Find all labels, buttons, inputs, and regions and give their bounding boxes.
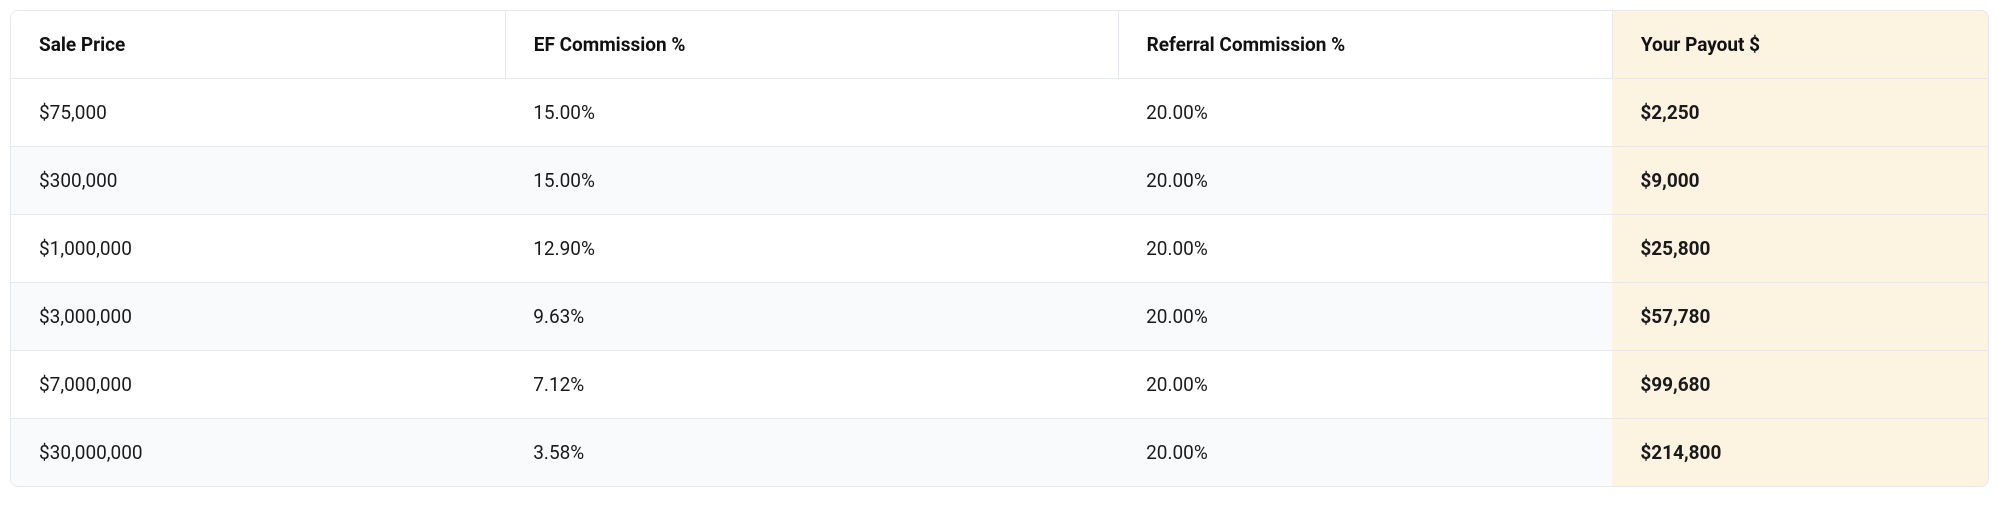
cell-ef-commission: 9.63% <box>505 283 1118 351</box>
table-row: $300,000 15.00% 20.00% $9,000 <box>11 147 1988 215</box>
table-header-row: Sale Price EF Commission % Referral Comm… <box>11 11 1988 79</box>
cell-ef-commission: 3.58% <box>505 419 1118 487</box>
cell-referral-commission: 20.00% <box>1118 79 1612 147</box>
table-row: $75,000 15.00% 20.00% $2,250 <box>11 79 1988 147</box>
header-sale-price: Sale Price <box>11 11 505 79</box>
table-row: $30,000,000 3.58% 20.00% $214,800 <box>11 419 1988 487</box>
header-referral-commission: Referral Commission % <box>1118 11 1612 79</box>
cell-payout: $9,000 <box>1612 147 1988 215</box>
header-payout: Your Payout $ <box>1612 11 1988 79</box>
table-row: $3,000,000 9.63% 20.00% $57,780 <box>11 283 1988 351</box>
table-row: $7,000,000 7.12% 20.00% $99,680 <box>11 351 1988 419</box>
cell-payout: $57,780 <box>1612 283 1988 351</box>
cell-sale-price: $1,000,000 <box>11 215 505 283</box>
cell-referral-commission: 20.00% <box>1118 351 1612 419</box>
cell-payout: $214,800 <box>1612 419 1988 487</box>
cell-ef-commission: 12.90% <box>505 215 1118 283</box>
cell-sale-price: $75,000 <box>11 79 505 147</box>
cell-referral-commission: 20.00% <box>1118 147 1612 215</box>
cell-referral-commission: 20.00% <box>1118 215 1612 283</box>
cell-payout: $99,680 <box>1612 351 1988 419</box>
cell-sale-price: $300,000 <box>11 147 505 215</box>
header-ef-commission: EF Commission % <box>505 11 1118 79</box>
cell-ef-commission: 7.12% <box>505 351 1118 419</box>
payout-table-wrapper: Sale Price EF Commission % Referral Comm… <box>10 10 1989 487</box>
cell-referral-commission: 20.00% <box>1118 283 1612 351</box>
cell-sale-price: $3,000,000 <box>11 283 505 351</box>
table-row: $1,000,000 12.90% 20.00% $25,800 <box>11 215 1988 283</box>
cell-referral-commission: 20.00% <box>1118 419 1612 487</box>
cell-payout: $25,800 <box>1612 215 1988 283</box>
cell-ef-commission: 15.00% <box>505 79 1118 147</box>
cell-ef-commission: 15.00% <box>505 147 1118 215</box>
cell-sale-price: $30,000,000 <box>11 419 505 487</box>
cell-sale-price: $7,000,000 <box>11 351 505 419</box>
cell-payout: $2,250 <box>1612 79 1988 147</box>
payout-table: Sale Price EF Commission % Referral Comm… <box>11 11 1988 486</box>
